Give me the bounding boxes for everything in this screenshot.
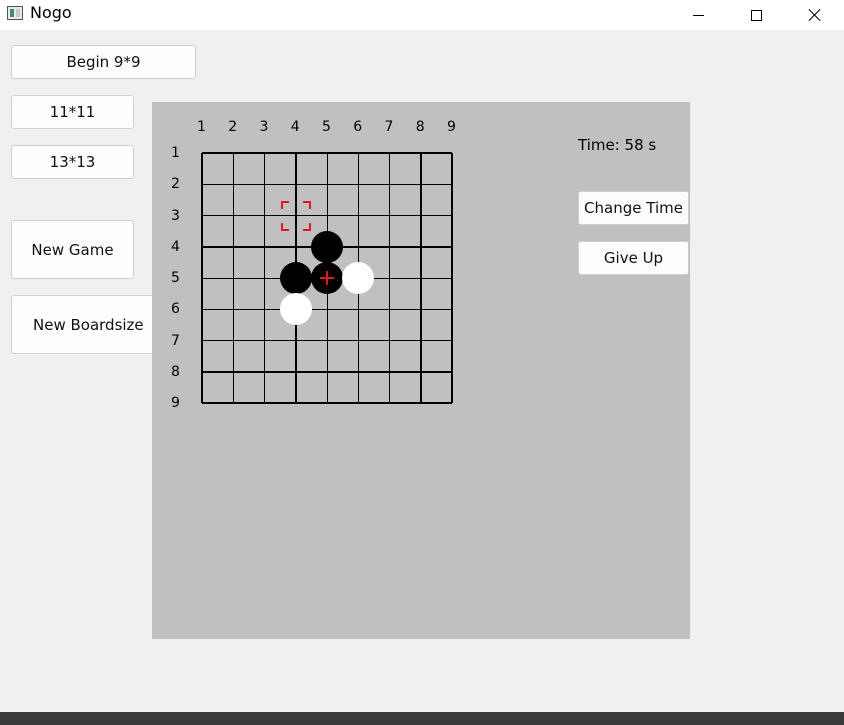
close-icon [808,8,822,22]
grid-line-vertical [419,153,422,403]
row-label: 1 [171,145,180,161]
white-stone [342,262,375,294]
window-title: Nogo [30,3,72,22]
grid-line-vertical [451,153,453,403]
new-boardsize-button[interactable]: New Boardsize [11,295,161,354]
hover-bracket-icon [302,200,311,209]
hover-bracket-icon [302,222,311,231]
minimize-icon [692,14,704,16]
begin-9x9-button[interactable]: Begin 9*9 [11,45,196,79]
grid-line-vertical [389,153,390,403]
row-label: 8 [171,363,180,380]
time-remaining: Time: 58 s [578,136,657,154]
background-window-strip [0,712,844,725]
hover-bracket-icon [280,200,289,209]
row-label: 5 [171,270,180,286]
maximize-icon [750,9,762,21]
grid-line-horizontal [202,308,452,310]
new-game-button[interactable]: New Game [11,220,134,279]
black-stone [311,230,343,263]
row-label: 9 [171,395,180,411]
row-label: 7 [171,332,180,349]
title-bar: Nogo [0,0,844,30]
column-label: 4 [290,119,300,135]
column-label: 7 [384,119,394,135]
app-window-icon [7,6,23,20]
column-label: 6 [353,119,363,135]
row-label: 6 [171,301,180,318]
row-label: 4 [171,238,180,255]
column-label: 3 [259,119,269,135]
column-label: 8 [415,119,425,135]
nogo-window: Nogo Begin 9*9 11*11 13*13 New Game New … [0,0,844,712]
grid-line-horizontal [202,340,452,341]
close-button[interactable] [786,0,844,30]
column-label: 2 [228,119,238,135]
grid-line-horizontal [202,370,452,373]
hover-bracket-icon [280,222,289,231]
row-label: 3 [171,207,180,224]
white-stone [279,293,312,326]
minimize-button[interactable] [669,0,727,30]
grid-line-horizontal [202,402,452,404]
column-label: 5 [322,119,331,135]
column-label: 9 [447,119,456,135]
last-move-marker-icon [320,271,334,285]
column-label: 1 [197,119,206,135]
row-label: 2 [171,176,180,193]
maximize-button[interactable] [727,0,785,30]
size-13x13-button[interactable]: 13*13 [11,145,134,179]
give-up-button[interactable]: Give Up [578,241,689,275]
change-time-button[interactable]: Change Time [578,191,689,225]
black-stone [279,262,312,294]
size-11x11-button[interactable]: 11*11 [11,95,134,129]
